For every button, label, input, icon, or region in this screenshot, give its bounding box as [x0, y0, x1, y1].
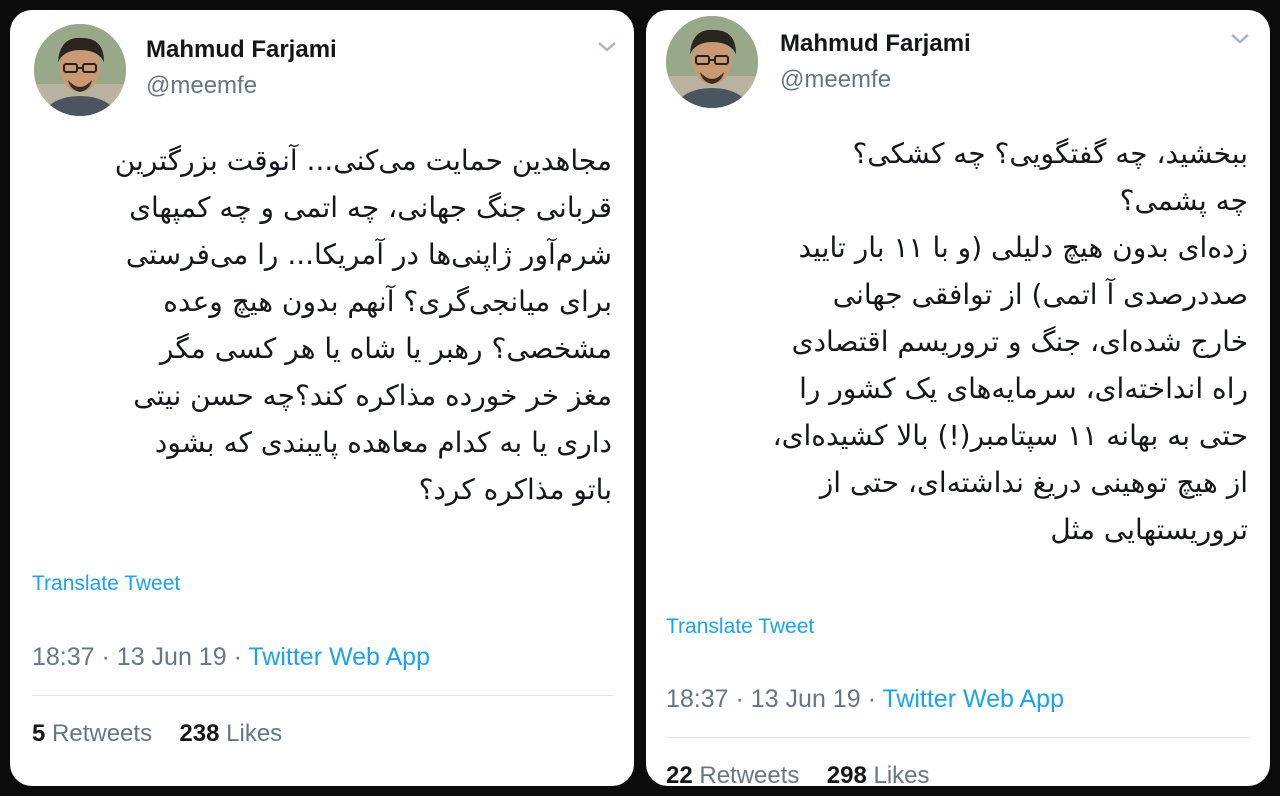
tweet-text-line: تروریستهایی مثل: [1050, 513, 1248, 546]
tweet-text-line: چه پشمی؟: [1119, 184, 1248, 217]
avatar[interactable]: [34, 24, 126, 116]
tweet-text: مجاهدین حمایت می‌کنی... آنوقت بزرگترین ق…: [22, 137, 612, 513]
author-handle[interactable]: @meemfe: [146, 72, 257, 100]
engagement-stats: 5 Retweets 238 Likes: [32, 720, 282, 748]
retweets-count: 5: [32, 720, 46, 747]
retweets-stat[interactable]: 22 Retweets: [666, 762, 806, 786]
likes-label: Likes: [226, 720, 283, 747]
tweet-date[interactable]: 13 Jun 19: [751, 685, 861, 713]
tweet-text-line: حتی به بهانه ۱۱ سپتامبر(!) بالا کشیده‌ای…: [772, 419, 1248, 452]
tweet-timestamp: 18:37 · 13 Jun 19 · Twitter Web App: [666, 685, 1064, 714]
likes-count: 238: [179, 720, 220, 747]
likes-label: Likes: [873, 762, 930, 786]
tweet-text-line: برای میانجی‌گری؟ آنهم بدون هیچ وعده: [163, 285, 612, 318]
meta-separator: ·: [867, 685, 876, 713]
author-name[interactable]: Mahmud Farjami: [146, 36, 337, 64]
tweet-source-link[interactable]: Twitter Web App: [248, 643, 430, 671]
avatar-photo-icon: [34, 24, 126, 116]
tweet-time[interactable]: 18:37: [666, 685, 729, 713]
tweet-text-line: مجاهدین حمایت می‌کنی... آنوقت بزرگترین: [114, 144, 612, 177]
tweet-text-line: قربانی جنگ جهانی، چه اتمی و چه کمپهای: [129, 191, 612, 224]
avatar[interactable]: [666, 16, 758, 108]
retweets-count: 22: [666, 762, 693, 786]
tweet-text-line: مغز خر خورده مذاکره کند؟چه حسن نیتی: [133, 379, 612, 412]
tweet-card: Mahmud Farjami @meemfe مجاهدین حمایت می‌…: [10, 10, 634, 786]
tweet-time[interactable]: 18:37: [32, 643, 95, 671]
engagement-stats: 22 Retweets 298 Likes: [666, 762, 930, 786]
tweet-text-line: صددرصدی آ اتمی) از توافقی جهانی: [832, 278, 1248, 311]
divider: [32, 695, 614, 696]
likes-stat[interactable]: 238 Likes: [179, 720, 282, 747]
translate-tweet-link[interactable]: Translate Tweet: [32, 572, 180, 596]
avatar-photo-icon: [666, 16, 758, 108]
author-name[interactable]: Mahmud Farjami: [780, 30, 971, 58]
retweets-label: Retweets: [52, 720, 153, 747]
tweet-source-link[interactable]: Twitter Web App: [882, 685, 1064, 713]
retweets-stat[interactable]: 5 Retweets: [32, 720, 159, 747]
tweet-text-line: راه انداخته‌ای، سرمایه‌های یک کشور را: [799, 372, 1248, 405]
tweet-text-line: زده‌ای بدون هیچ دلیلی (و با ۱۱ بار تایید: [798, 231, 1248, 264]
tweet-text-line: داری یا به کدام معاهده پایبندی که بشود: [154, 426, 612, 459]
chevron-down-icon[interactable]: [596, 40, 618, 54]
chevron-down-icon[interactable]: [1229, 32, 1251, 46]
tweet-text-line: از هیچ توهینی دریغ نداشته‌ای، حتی از: [819, 466, 1248, 499]
tweet-text-line: مشخصی؟ رهبر یا شاه یا هر کسی مگر: [159, 332, 612, 365]
tweet-text-line: خارج شده‌ای، جنگ و تروریسم اقتصادی: [791, 325, 1248, 358]
tweet-text-line: باتو مذاکره کرد؟: [418, 473, 612, 506]
meta-separator: ·: [233, 643, 242, 671]
tweet-timestamp: 18:37 · 13 Jun 19 · Twitter Web App: [32, 643, 430, 672]
translate-tweet-link[interactable]: Translate Tweet: [666, 615, 814, 639]
tweet-text: ببخشید، چه گفتگویی؟ چه کشکی؟ چه پشمی؟ زد…: [658, 130, 1248, 553]
meta-separator: ·: [735, 685, 744, 713]
tweet-text-line: ببخشید، چه گفتگویی؟ چه کشکی؟: [852, 137, 1248, 170]
retweets-label: Retweets: [699, 762, 800, 786]
likes-stat[interactable]: 298 Likes: [827, 762, 930, 786]
tweet-date[interactable]: 13 Jun 19: [117, 643, 227, 671]
tweet-text-line: شرم‌آور ژاپنی‌ها در آمریکا... را می‌فرست…: [125, 238, 612, 271]
tweet-card: Mahmud Farjami @meemfe ببخشید، چه گفتگوی…: [646, 10, 1270, 786]
author-handle[interactable]: @meemfe: [780, 66, 891, 94]
meta-separator: ·: [101, 643, 110, 671]
likes-count: 298: [826, 762, 867, 786]
divider: [666, 737, 1250, 738]
